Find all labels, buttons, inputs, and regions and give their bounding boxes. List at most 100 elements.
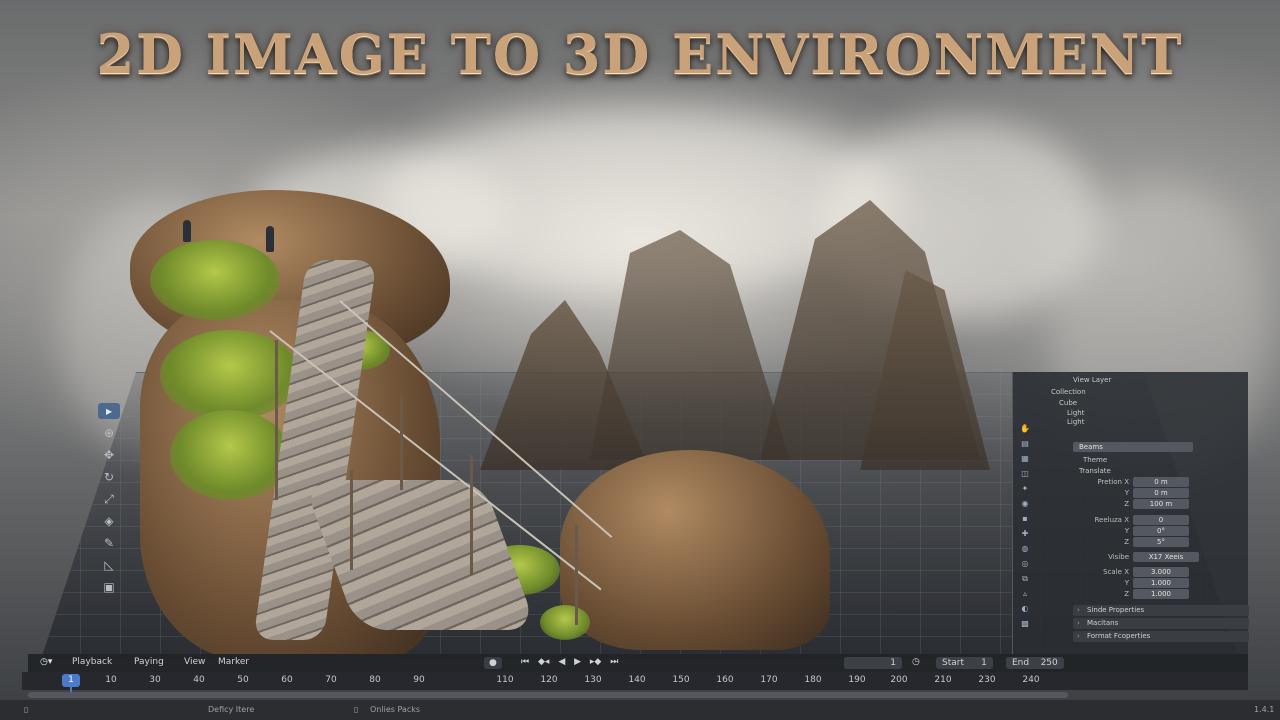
start-frame-field[interactable]: Start 1 — [936, 657, 993, 669]
rotation-z-field[interactable]: 5° — [1133, 537, 1189, 547]
field-label: Z — [1124, 538, 1129, 546]
frame-tick: 190 — [848, 675, 866, 685]
theme-tab[interactable]: Theme — [1083, 456, 1107, 466]
select-tool-icon[interactable]: ▸ — [98, 403, 120, 419]
menu-keying[interactable]: Paying — [134, 657, 164, 667]
frame-tick: 90 — [413, 675, 425, 685]
particles-tab-icon[interactable]: ◍ — [1020, 544, 1030, 554]
next-keyframe-button[interactable]: ▸◆ — [590, 657, 601, 667]
timeline-scrollbar[interactable] — [28, 692, 1068, 698]
render-tab-icon[interactable]: ▤ — [1020, 439, 1030, 449]
scale-y-field[interactable]: 1.000 — [1133, 578, 1189, 588]
jump-start-button[interactable]: ⏮ — [521, 657, 529, 667]
frame-tick: 80 — [369, 675, 381, 685]
version-label: 1.4.1 — [1254, 705, 1275, 714]
grass — [160, 330, 300, 420]
data-tab-icon[interactable]: ▵ — [1020, 589, 1030, 599]
railing-post — [275, 340, 278, 500]
output-tab-icon[interactable]: ▦ — [1020, 454, 1030, 464]
texture-tab-icon[interactable]: ▩ — [1020, 619, 1030, 629]
view-layer-header: View Layer — [1073, 376, 1112, 384]
scale-tool-icon[interactable]: ⤢ — [98, 491, 120, 507]
measure-tool-icon[interactable]: ◺ — [98, 557, 120, 573]
transform-section[interactable]: Translate — [1079, 467, 1111, 477]
frame-tick: 60 — [281, 675, 293, 685]
timeline-header: ◷▾ Playback Paying View Marker ● ⏮ ◆◂ ◀ … — [28, 654, 1248, 672]
status-bar: ▯ Deficy Itere ▯ Onlies Packs 1.4.1 — [0, 700, 1280, 720]
grass — [150, 240, 280, 320]
object-tab-icon[interactable]: ▪ — [1020, 514, 1030, 524]
cursor-tool-icon[interactable]: ⊕ — [98, 425, 120, 441]
scale-z-field[interactable]: 1.000 — [1133, 589, 1189, 599]
object-name-field[interactable]: Beams — [1073, 442, 1193, 452]
rotation-mode-select[interactable]: X17 Xeeis — [1133, 552, 1199, 562]
modifier-tab-icon[interactable]: ✚ — [1020, 529, 1030, 539]
rotation-y-field[interactable]: 0° — [1133, 526, 1189, 536]
status-left-item: Deficy Itere — [208, 705, 255, 714]
record-button[interactable]: ● — [484, 657, 502, 669]
scene-tab-icon[interactable]: ✦ — [1020, 484, 1030, 494]
section-macitans[interactable]: Macitans — [1073, 618, 1249, 629]
properties-tabs: ✋ ▤ ▦ ◫ ✦ ◉ ▪ ✚ ◍ ◎ ⧉ ▵ ◐ ▩ — [1013, 424, 1037, 629]
outliner-item[interactable]: Light — [1067, 418, 1084, 428]
clock-icon[interactable]: ◷▾ — [40, 657, 52, 667]
end-frame-field[interactable]: End 250 — [1006, 657, 1064, 669]
frame-tick: 130 — [584, 675, 602, 685]
world-tab-icon[interactable]: ◉ — [1020, 499, 1030, 509]
rotate-tool-icon[interactable]: ↻ — [98, 469, 120, 485]
end-label: End — [1012, 658, 1030, 668]
menu-playback[interactable]: Playback — [72, 657, 112, 667]
viewport-toolbar: ▸ ⊕ ✥ ↻ ⤢ ◈ ✎ ◺ ▣ — [82, 395, 136, 594]
play-reverse-button[interactable]: ◀ — [558, 657, 565, 667]
material-tab-icon[interactable]: ◐ — [1020, 604, 1030, 614]
end-value: 250 — [1040, 658, 1058, 668]
frame-tick: 50 — [237, 675, 249, 685]
field-label: Y — [1124, 489, 1129, 497]
railing-post — [470, 455, 473, 575]
outliner-item[interactable]: Collection — [1051, 388, 1086, 398]
jump-end-button[interactable]: ⏭ — [610, 657, 618, 667]
tool-tab-icon[interactable]: ✋ — [1020, 424, 1030, 434]
field-label: Z — [1124, 500, 1129, 508]
frame-tick: 40 — [193, 675, 205, 685]
hiker-figure — [266, 226, 274, 252]
constraints-tab-icon[interactable]: ⧉ — [1020, 574, 1030, 584]
transform-tool-icon[interactable]: ◈ — [98, 513, 120, 529]
field-label: Reeluza X — [1094, 516, 1129, 524]
grass — [540, 605, 590, 640]
start-value: 1 — [981, 658, 987, 668]
frame-tick: 110 — [496, 675, 514, 685]
move-tool-icon[interactable]: ✥ — [98, 447, 120, 463]
location-x-field[interactable]: 0 m — [1133, 477, 1189, 487]
railing-post — [575, 525, 578, 625]
play-button[interactable]: ▶ — [574, 657, 581, 667]
add-cube-tool-icon[interactable]: ▣ — [98, 579, 120, 595]
menu-view[interactable]: View — [184, 657, 205, 667]
frame-tick: 170 — [760, 675, 778, 685]
frame-tick: 230 — [978, 675, 996, 685]
start-label: Start — [942, 658, 964, 668]
location-z-field[interactable]: 100 m — [1133, 499, 1189, 509]
section-format-properties[interactable]: Format Fcoperties — [1073, 631, 1249, 642]
view-layer-tab-icon[interactable]: ◫ — [1020, 469, 1030, 479]
physics-tab-icon[interactable]: ◎ — [1020, 559, 1030, 569]
clock-icon[interactable]: ◷ — [912, 657, 920, 667]
boulder — [560, 450, 830, 650]
playhead[interactable]: 1 — [62, 674, 80, 687]
frame-tick: 70 — [325, 675, 337, 685]
frame-tick: 160 — [716, 675, 734, 685]
transport-controls: ⏮ ◆◂ ◀ ▶ ▸◆ ⏭ — [518, 657, 621, 667]
railing-post — [400, 395, 403, 490]
outliner-item[interactable]: Cube — [1059, 399, 1077, 409]
current-frame-field[interactable]: 1 — [844, 657, 902, 669]
annotate-tool-icon[interactable]: ✎ — [98, 535, 120, 551]
section-side-properties[interactable]: Sinde Properties — [1073, 605, 1249, 616]
rotation-x-field[interactable]: 0 — [1133, 515, 1189, 525]
prev-keyframe-button[interactable]: ◆◂ — [538, 657, 549, 667]
field-label: Pretion X — [1097, 478, 1129, 486]
frame-tick: 120 — [540, 675, 558, 685]
status-middle-item: Onlies Packs — [370, 705, 421, 714]
timeline-ruler[interactable]: 10 30 40 50 60 70 80 90 110 120 130 140 … — [22, 672, 1248, 690]
menu-marker[interactable]: Marker — [218, 657, 249, 667]
location-y-field[interactable]: 0 m — [1133, 488, 1189, 498]
